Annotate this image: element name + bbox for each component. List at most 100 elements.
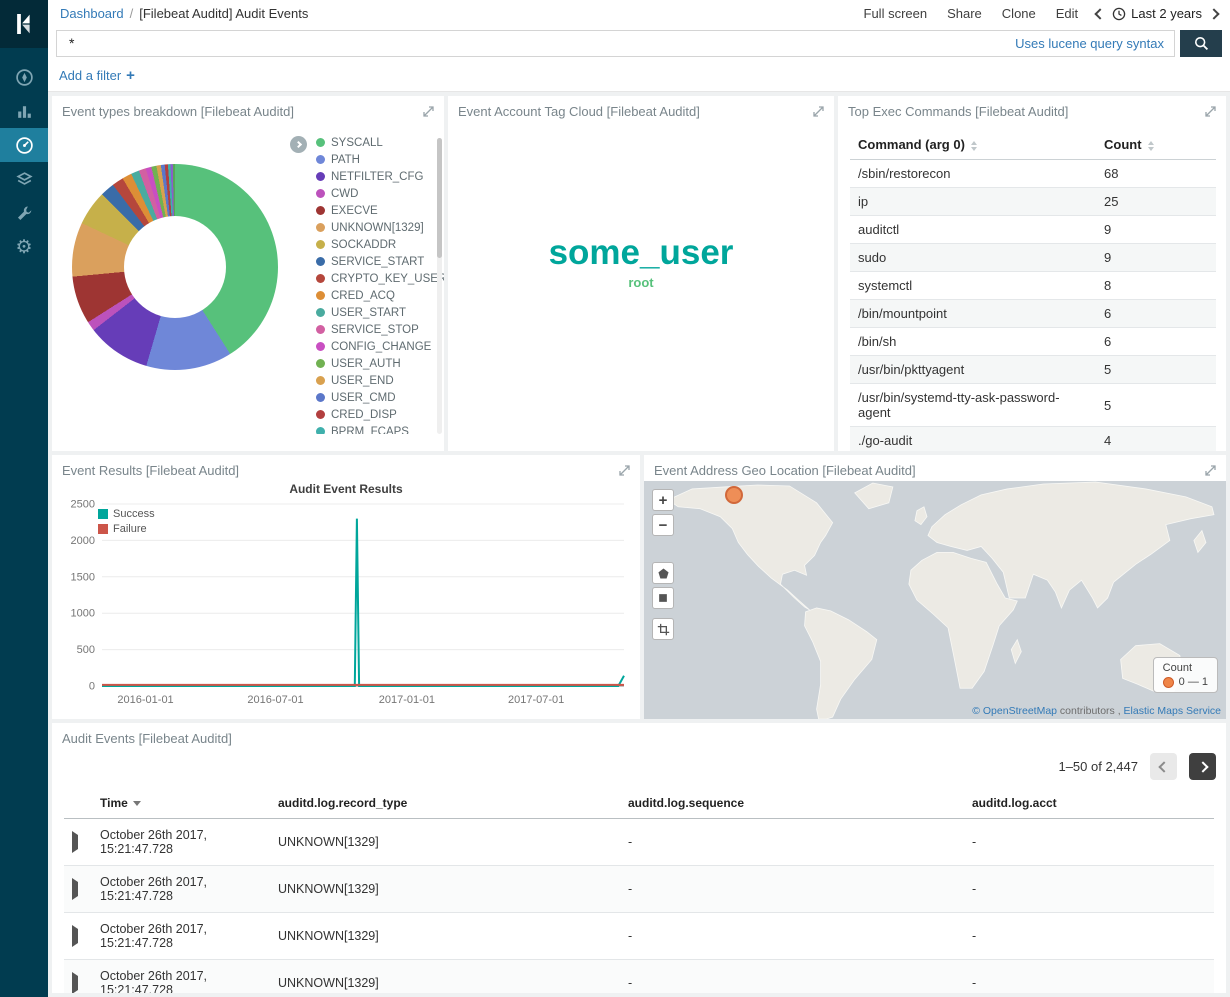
expander-cell[interactable]: [64, 819, 92, 866]
tag-root[interactable]: root: [628, 276, 653, 290]
expander-cell[interactable]: [64, 960, 92, 994]
legend-item[interactable]: SERVICE_START: [316, 253, 444, 270]
sidebar-item-dashboard[interactable]: [0, 128, 48, 162]
audit-column-record-type[interactable]: auditd.log.record_type: [270, 788, 620, 819]
zoom-in-button[interactable]: +: [652, 489, 674, 511]
fit-bounds-button[interactable]: [652, 618, 674, 640]
legend-item[interactable]: CRYPTO_KEY_USER: [316, 270, 444, 287]
legend-item[interactable]: NETFILTER_CFG: [316, 168, 444, 185]
chevron-right-icon: [1197, 761, 1208, 772]
time-picker: Last 2 years: [1096, 6, 1218, 21]
search-button[interactable]: [1180, 30, 1222, 57]
expand-panel-icon[interactable]: [619, 465, 630, 476]
add-filter-plus-icon[interactable]: +: [126, 67, 135, 84]
legend-item[interactable]: UNKNOWN[1329]: [316, 219, 444, 236]
sidebar-item-discover[interactable]: [0, 60, 48, 94]
panel-title: Event Address Geo Location [Filebeat Aud…: [654, 463, 916, 478]
exec-column-count[interactable]: Count: [1096, 130, 1216, 160]
chevron-right-icon[interactable]: [1208, 8, 1219, 19]
expand-row-icon: [72, 831, 78, 853]
legend-item[interactable]: CRED_ACQ: [316, 287, 444, 304]
time-cell: October 26th 2017, 15:21:47.728: [92, 913, 270, 960]
zoom-out-button[interactable]: −: [652, 514, 674, 536]
gear-icon: ⚙: [15, 238, 32, 257]
exec-column-command[interactable]: Command (arg 0): [850, 130, 1096, 160]
series-legend-item[interactable]: Success: [98, 506, 155, 521]
legend-label: USER_END: [331, 375, 394, 387]
sidebar-item-timelion[interactable]: [0, 162, 48, 196]
audit-column-time[interactable]: Time: [92, 788, 270, 819]
sidebar-nav: ⚙: [0, 60, 48, 264]
series-label: Failure: [113, 523, 147, 535]
table-row[interactable]: October 26th 2017, 15:21:47.728 UNKNOWN[…: [64, 960, 1214, 994]
gauge-icon: [15, 136, 34, 155]
next-page-button[interactable]: [1189, 753, 1216, 780]
expand-panel-icon[interactable]: [1205, 106, 1216, 117]
sidebar-item-management[interactable]: ⚙: [0, 230, 48, 264]
nav-action-edit[interactable]: Edit: [1056, 6, 1078, 21]
tag-some_user[interactable]: some_user: [549, 234, 734, 273]
expand-panel-icon[interactable]: [813, 106, 824, 117]
legend-item[interactable]: CONFIG_CHANGE: [316, 338, 444, 355]
add-filter-link[interactable]: Add a filter: [59, 68, 121, 83]
elastic-maps-link[interactable]: Elastic Maps Service: [1124, 705, 1221, 717]
draw-rectangle-button[interactable]: [652, 587, 674, 609]
series-legend-item[interactable]: Failure: [98, 521, 155, 536]
table-row[interactable]: October 26th 2017, 15:21:47.728 UNKNOWN[…: [64, 913, 1214, 960]
legend-label: NETFILTER_CFG: [331, 171, 423, 183]
legend-item[interactable]: SOCKADDR: [316, 236, 444, 253]
expander-cell[interactable]: [64, 913, 92, 960]
sidebar-item-visualize[interactable]: [0, 94, 48, 128]
search-input[interactable]: [57, 31, 1174, 56]
legend-item[interactable]: CWD: [316, 185, 444, 202]
legend-color-swatch: [98, 509, 108, 519]
legend-item[interactable]: SERVICE_STOP: [316, 321, 444, 338]
legend-item[interactable]: CRED_DISP: [316, 406, 444, 423]
legend-item[interactable]: BPRM_FCAPS: [316, 423, 444, 434]
time-cell: October 26th 2017, 15:21:47.728: [92, 819, 270, 866]
legend-item[interactable]: USER_END: [316, 372, 444, 389]
svg-text:1000: 1000: [71, 608, 95, 620]
legend-label: CONFIG_CHANGE: [331, 341, 431, 353]
legend-item[interactable]: EXECVE: [316, 202, 444, 219]
legend-item[interactable]: SYSCALL: [316, 134, 444, 151]
table-row[interactable]: October 26th 2017, 15:21:47.728 UNKNOWN[…: [64, 866, 1214, 913]
legend-toggle-button[interactable]: [290, 136, 307, 153]
nav-action-clone[interactable]: Clone: [1002, 6, 1036, 21]
audit-column-sequence[interactable]: auditd.log.sequence: [620, 788, 964, 819]
svg-text:2017-01-01: 2017-01-01: [379, 694, 435, 706]
expand-panel-icon[interactable]: [1205, 465, 1216, 476]
legend-scrollbar[interactable]: [437, 138, 442, 434]
top-navigation: Dashboard / [Filebeat Auditd] Audit Even…: [48, 0, 1230, 27]
legend-item[interactable]: USER_AUTH: [316, 355, 444, 372]
legend-color-dot: [316, 189, 325, 198]
command-cell: /bin/mountpoint: [850, 300, 1096, 328]
layers-icon: [15, 170, 34, 189]
legend-item[interactable]: USER_CMD: [316, 389, 444, 406]
nav-action-full-screen[interactable]: Full screen: [864, 6, 928, 21]
rectangle-icon: [657, 592, 669, 604]
chevron-left-icon[interactable]: [1095, 8, 1106, 19]
expand-panel-icon[interactable]: [423, 106, 434, 117]
audit-column-acct[interactable]: auditd.log.acct: [964, 788, 1214, 819]
nav-action-share[interactable]: Share: [947, 6, 982, 21]
lucene-syntax-link[interactable]: Uses lucene query syntax: [1015, 36, 1164, 51]
previous-page-button[interactable]: [1150, 753, 1177, 780]
expander-cell[interactable]: [64, 866, 92, 913]
openstreetmap-link[interactable]: © OpenStreetMap: [972, 705, 1057, 717]
kibana-logo[interactable]: [0, 0, 48, 48]
sidebar-item-dev-tools[interactable]: [0, 196, 48, 230]
breadcrumb-dashboard-link[interactable]: Dashboard: [60, 6, 124, 21]
table-row[interactable]: October 26th 2017, 15:21:47.728 UNKNOWN[…: [64, 819, 1214, 866]
legend-item[interactable]: USER_START: [316, 304, 444, 321]
world-map-image: [644, 481, 1226, 719]
legend-item[interactable]: PATH: [316, 151, 444, 168]
series-label: Success: [113, 508, 155, 520]
time-picker-button[interactable]: Last 2 years: [1112, 6, 1202, 21]
geo-map[interactable]: + −: [644, 481, 1226, 719]
legend-label: CRED_ACQ: [331, 290, 395, 302]
event-types-donut[interactable]: [72, 164, 278, 370]
legend-color-swatch: [98, 524, 108, 534]
svg-text:2016-01-01: 2016-01-01: [117, 694, 173, 706]
draw-polygon-button[interactable]: [652, 562, 674, 584]
